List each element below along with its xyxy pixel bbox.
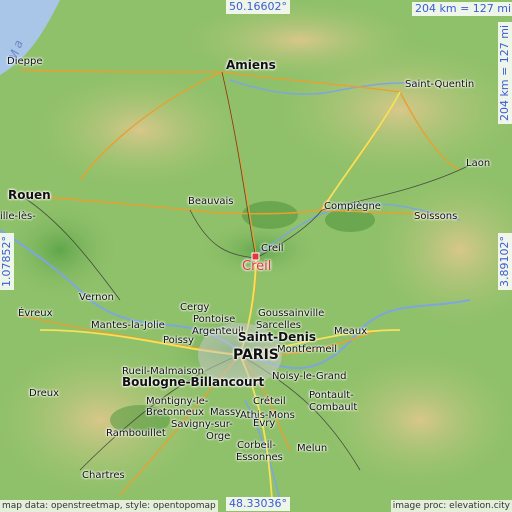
city-montfermeil: Montfermeil — [277, 344, 338, 355]
city-combault: Combault — [309, 402, 358, 413]
city-montigny: Montigny-le- — [146, 396, 209, 407]
topographic-map[interactable]: Ma 50.16602° 48.33036° 1.07852° 3.89102°… — [0, 0, 512, 512]
city-compiegne: Compiègne — [324, 201, 381, 212]
image-processing-credit: image proc: elevation.city — [390, 500, 512, 512]
city-poissy: Poissy — [163, 335, 194, 346]
city-saint-quentin: Saint-Quentin — [405, 79, 475, 90]
city-pontault: Pontault- — [309, 390, 354, 401]
city-rambouillet: Rambouillet — [106, 428, 166, 439]
target-city-label: Creil — [242, 259, 272, 274]
city-rouen: Rouen — [8, 188, 51, 202]
city-argenteuil: Argenteuil — [192, 326, 244, 337]
city-boulogne: Boulogne-Billancourt — [122, 375, 265, 389]
north-coordinate: 50.16602° — [226, 0, 290, 14]
city-chartres: Chartres — [82, 470, 125, 481]
city-laon: Laon — [466, 158, 491, 169]
city-orge: Orge — [206, 431, 231, 442]
city-amiens: Amiens — [226, 58, 276, 72]
map-terrain — [0, 0, 512, 512]
city-creil-small: Creil — [261, 243, 284, 254]
scale-label-vertical: 204 km = 127 mi — [498, 21, 512, 124]
city-ille-les: ille-lès- — [0, 211, 36, 222]
city-saint-denis: Saint-Denis — [238, 330, 317, 344]
city-beauvais: Beauvais — [188, 196, 234, 207]
city-mantes: Mantes-la-Jolie — [91, 320, 165, 331]
city-evry: Évry — [253, 418, 276, 429]
south-coordinate: 48.33036° — [226, 497, 290, 511]
city-soissons: Soissons — [414, 211, 458, 222]
east-coordinate: 3.89102° — [498, 233, 512, 290]
city-pontoise: Pontoise — [193, 314, 236, 325]
city-savigny: Savigny-sur- — [171, 419, 233, 430]
city-corbeil: Corbeil- — [237, 440, 276, 451]
city-noisy: Noisy-le-Grand — [272, 371, 347, 382]
west-coordinate: 1.07852° — [0, 233, 14, 290]
map-attribution: map data: openstreetmap, style: opentopo… — [0, 500, 218, 512]
city-melun: Melun — [297, 443, 328, 454]
city-essonnes: Essonnes — [236, 452, 283, 463]
city-evreux: Évreux — [18, 308, 53, 319]
city-paris: PARIS — [233, 347, 279, 363]
city-cergy: Cergy — [180, 302, 210, 313]
city-meaux: Meaux — [334, 326, 368, 337]
city-bretonneux: Bretonneux — [146, 407, 205, 418]
city-vernon: Vernon — [79, 292, 114, 303]
scale-label: 204 km = 127 mi — [412, 2, 512, 16]
city-dreux: Dreux — [29, 388, 59, 399]
city-creteil: Créteil — [253, 396, 286, 407]
city-dieppe: Dieppe — [7, 56, 43, 67]
city-massy: Massy — [210, 407, 242, 418]
city-goussainville: Goussainville — [258, 308, 325, 319]
